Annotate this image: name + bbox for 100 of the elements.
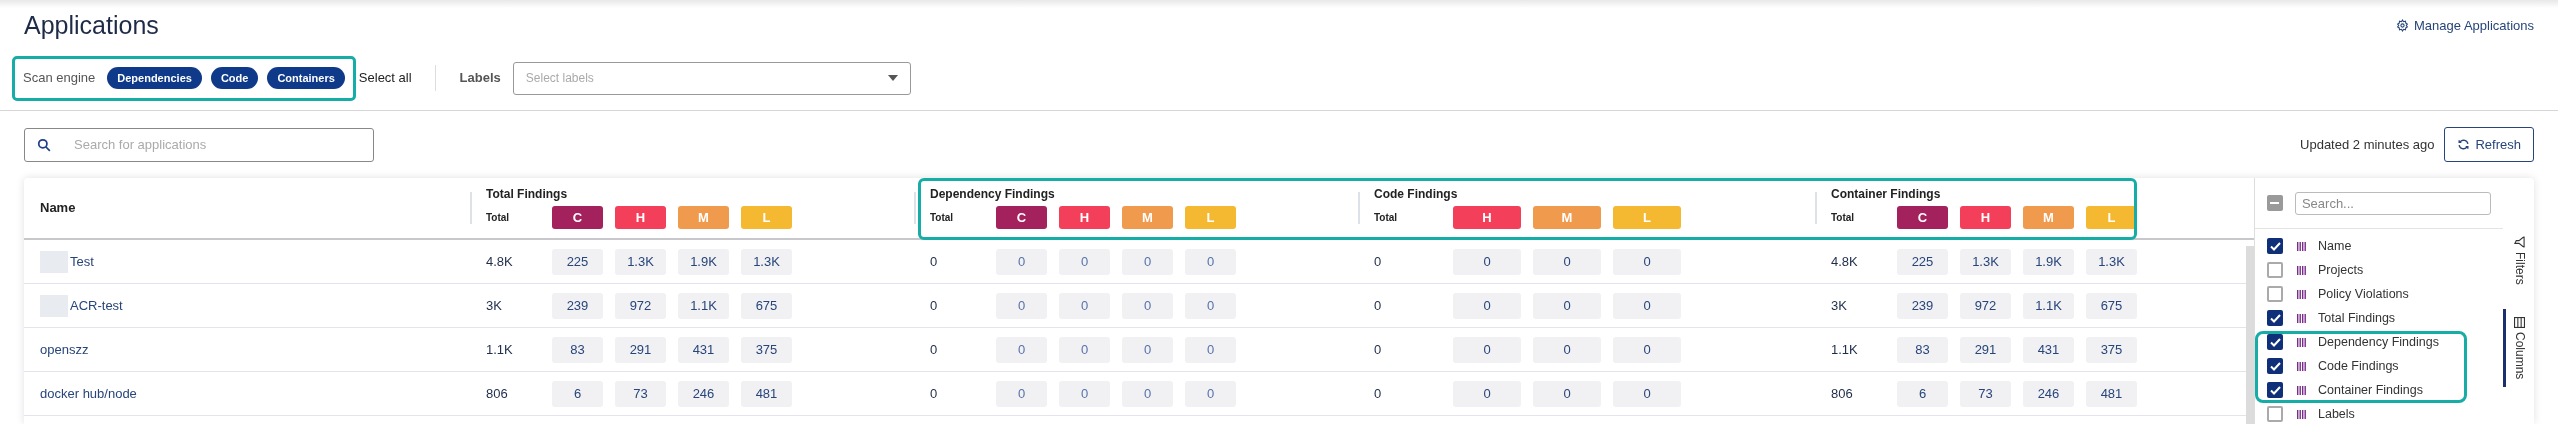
count-cell: 1.3K — [615, 248, 666, 275]
column-option-label: Code Findings — [2318, 357, 2399, 375]
count-cell: 1.1K — [2023, 292, 2074, 319]
drag-handle-icon[interactable] — [2297, 409, 2306, 419]
drag-handle-icon[interactable] — [2297, 385, 2306, 395]
severity-badge: H — [1960, 206, 2011, 229]
column-option-label: Dependency Findings — [2318, 333, 2439, 351]
count-cell: 1.3K — [2086, 248, 2137, 275]
count-cell: 0 — [996, 380, 1047, 407]
count-cell: 0 — [1613, 336, 1681, 363]
count-cell: 0 — [1453, 380, 1521, 407]
count-cell: 0 — [1533, 336, 1601, 363]
total-count: 3K — [1831, 296, 1848, 315]
count-cell: 0 — [1533, 380, 1601, 407]
count-cell: 0 — [996, 336, 1047, 363]
refresh-icon — [2457, 138, 2471, 151]
column-checkbox[interactable] — [2267, 334, 2283, 350]
count-cell: 1.9K — [2023, 248, 2074, 275]
total-count: 1.1K — [486, 340, 514, 359]
application-link[interactable]: docker hub/node — [40, 383, 137, 404]
column-option-label: Labels — [2318, 405, 2355, 423]
column-checkbox[interactable] — [2267, 286, 2283, 302]
scan-engine-label: Scan engine — [23, 69, 96, 88]
search-field[interactable]: Search for applications — [24, 127, 374, 162]
count-cell: 0 — [1613, 292, 1681, 319]
scan-engine-chip[interactable]: Containers — [267, 67, 345, 89]
refresh-button[interactable]: Refresh — [2444, 127, 2534, 162]
count-cell: 0 — [1122, 248, 1173, 275]
column-checkbox[interactable] — [2267, 310, 2283, 326]
total-count: 4.8K — [486, 252, 514, 271]
total-count: 806 — [486, 384, 509, 403]
labels-placeholder: Select labels — [525, 70, 594, 87]
drag-handle-icon[interactable] — [2297, 289, 2306, 299]
count-cell: 0 — [1533, 292, 1601, 319]
column-option-label: Name — [2318, 237, 2352, 255]
severity-badge: L — [2086, 206, 2137, 229]
column-checkbox[interactable] — [2267, 358, 2283, 374]
column-header: Name — [40, 199, 76, 218]
drag-handle-icon[interactable] — [2297, 241, 2306, 251]
column-checkbox[interactable] — [2267, 382, 2283, 398]
side-tab[interactable]: Filters — [2503, 228, 2533, 293]
severity-badge: M — [1533, 206, 1601, 229]
column-checkbox[interactable] — [2267, 262, 2283, 278]
column-group-header: Code Findings — [1374, 186, 1459, 202]
count-cell: 83 — [552, 336, 603, 363]
application-link[interactable]: ACR-test — [70, 295, 123, 316]
count-cell: 0 — [1122, 292, 1173, 319]
drag-handle-icon[interactable] — [2297, 313, 2306, 323]
total-label: Total — [486, 211, 511, 225]
total-label: Total — [930, 211, 955, 225]
count-cell: 225 — [552, 248, 603, 275]
count-cell: 0 — [996, 292, 1047, 319]
search-icon — [37, 137, 51, 152]
severity-badge: L — [1613, 206, 1681, 229]
column-search-field[interactable]: Search... — [2294, 191, 2491, 215]
drag-handle-icon[interactable] — [2297, 265, 2306, 275]
select-all-link[interactable]: Select all — [358, 68, 412, 88]
column-group-header: Total Findings — [486, 186, 569, 202]
filters-icon — [2513, 236, 2526, 248]
count-cell: 0 — [1059, 380, 1110, 407]
count-cell: 0 — [996, 248, 1047, 275]
drag-handle-icon[interactable] — [2297, 361, 2306, 371]
count-cell: 972 — [615, 292, 666, 319]
count-cell: 239 — [552, 292, 603, 319]
application-link[interactable]: openszz — [40, 339, 89, 360]
count-cell: 1.9K — [678, 248, 729, 275]
count-cell: 0 — [1185, 380, 1236, 407]
total-count: 0 — [1374, 296, 1383, 315]
scan-engine-chip[interactable]: Code — [210, 67, 259, 89]
count-cell: 6 — [552, 380, 603, 407]
column-checkbox[interactable] — [2267, 406, 2283, 422]
count-cell: 675 — [741, 292, 792, 319]
total-count: 0 — [930, 340, 939, 359]
application-link[interactable]: Test — [70, 251, 94, 272]
count-cell: 1.1K — [678, 292, 729, 319]
drag-handle-icon[interactable] — [2297, 337, 2306, 347]
count-cell: 73 — [1960, 380, 2011, 407]
manage-applications-link[interactable]: Manage Applications — [2396, 16, 2534, 36]
column-group-header: Container Findings — [1831, 186, 1942, 202]
scrollbar[interactable] — [2246, 246, 2254, 424]
severity-badge: C — [996, 206, 1047, 229]
count-cell: 431 — [2023, 336, 2074, 363]
count-cell: 6 — [1897, 380, 1948, 407]
count-cell: 481 — [741, 380, 792, 407]
count-cell: 291 — [615, 336, 666, 363]
select-all-checkbox[interactable] — [2267, 195, 2283, 211]
count-cell: 0 — [1185, 248, 1236, 275]
scan-engine-chip[interactable]: Dependencies — [107, 67, 202, 89]
side-tab[interactable]: Columns — [2503, 308, 2533, 388]
updated-text: Updated 2 minutes ago — [2300, 135, 2435, 154]
count-cell: 83 — [1897, 336, 1948, 363]
total-count: 0 — [1374, 340, 1383, 359]
settings-icon — [2396, 19, 2409, 33]
severity-badge: H — [1453, 206, 1521, 229]
severity-badge: M — [1122, 206, 1173, 229]
count-cell: 0 — [1453, 336, 1521, 363]
page-title: Applications — [24, 10, 159, 40]
column-checkbox[interactable] — [2267, 238, 2283, 254]
columns-icon — [2514, 316, 2525, 328]
count-cell: 0 — [1059, 292, 1110, 319]
